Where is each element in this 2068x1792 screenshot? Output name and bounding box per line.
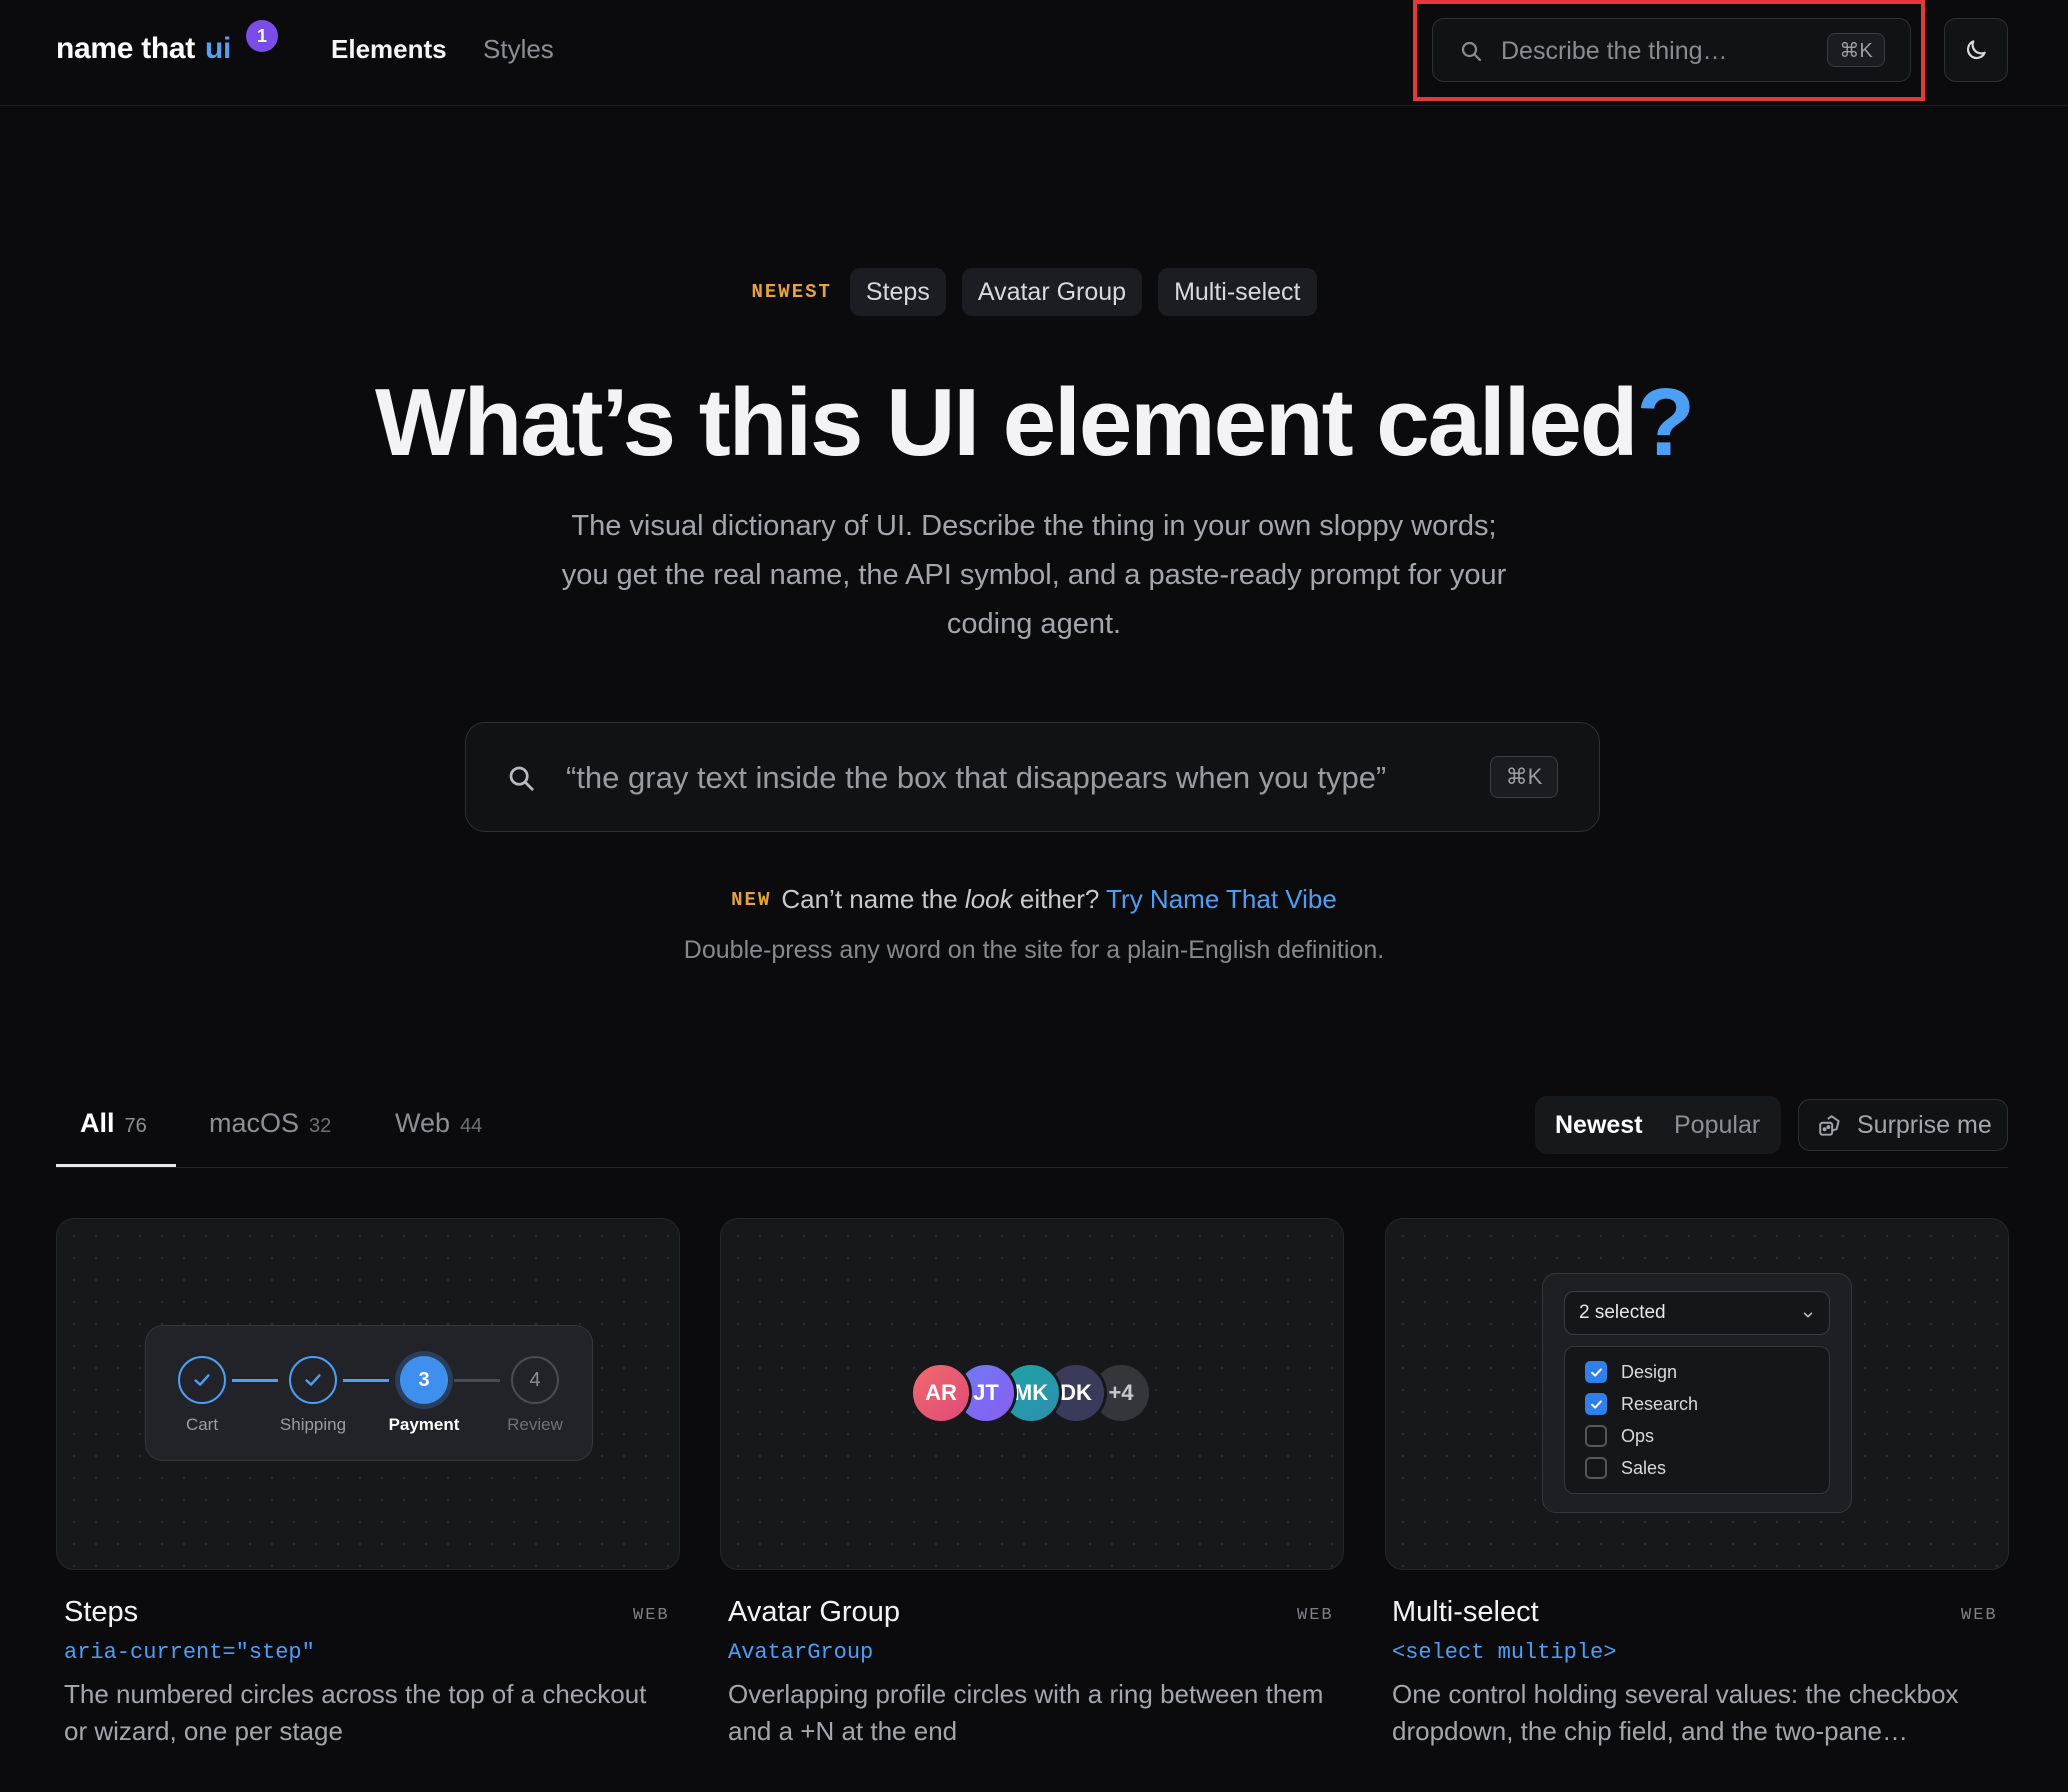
step-connector: [343, 1379, 389, 1382]
newest-row: NEWEST Steps Avatar Group Multi-select: [0, 268, 2068, 316]
card-avatar-group-preview[interactable]: AR JT MK DK +4: [720, 1218, 1344, 1570]
checkbox-unchecked-icon: [1585, 1425, 1607, 1447]
card-multi-select-preview[interactable]: 2 selected Design Research Ops Sales: [1385, 1218, 2009, 1570]
option-ops: Ops: [1585, 1425, 1654, 1447]
option-research: Research: [1585, 1393, 1698, 1415]
tab-web-label: Web: [395, 1108, 451, 1138]
tab-all-label: All: [80, 1108, 115, 1138]
multi-select-summary: 2 selected: [1579, 1302, 1666, 1323]
newest-chip-steps[interactable]: Steps: [849, 268, 946, 316]
main-search-placeholder: “the gray text inside the box that disap…: [566, 760, 1387, 795]
sort-popular-button[interactable]: Popular: [1674, 1111, 1760, 1140]
step-3-circle: 3: [400, 1356, 448, 1404]
search-icon: [509, 766, 534, 791]
theme-toggle-button[interactable]: [1944, 18, 2008, 82]
card-avatar-group-description: Overlapping profile circles with a ring …: [728, 1679, 1324, 1746]
new-tag: NEW: [731, 889, 772, 911]
new-text-before: Can’t name the: [781, 884, 958, 914]
main-search-shortcut: ⌘K: [1490, 756, 1558, 798]
newest-chip-multi-select[interactable]: Multi-select: [1158, 268, 1317, 316]
tab-web[interactable]: Web 44: [395, 1108, 482, 1139]
brand-suffix: ui: [205, 32, 232, 65]
page-title-text: What’s this UI element called: [374, 369, 1638, 476]
card-steps-title[interactable]: Steps: [64, 1596, 138, 1629]
card-multi-select-description: One control holding several values: the …: [1392, 1679, 1959, 1746]
nav-elements[interactable]: Elements: [331, 34, 447, 65]
card-steps-preview[interactable]: 3 4 Cart Shipping Payment Review: [56, 1218, 680, 1570]
step-label-cart: Cart: [185, 1415, 219, 1434]
tab-macos[interactable]: macOS 32: [209, 1108, 331, 1139]
multi-select-trigger: 2 selected: [1564, 1291, 1830, 1335]
notification-badge[interactable]: 1: [246, 20, 278, 52]
surprise-me-button[interactable]: Surprise me: [1798, 1099, 2008, 1151]
header-search-input[interactable]: Describe the thing… ⌘K: [1432, 18, 1911, 82]
brand-name: name that: [56, 32, 195, 65]
step-label-shipping: Shipping: [279, 1415, 347, 1434]
definition-tip: Double-press any word on the site for a …: [683, 936, 1385, 964]
step-label-review: Review: [507, 1415, 563, 1434]
tab-web-count: 44: [460, 1115, 483, 1137]
multi-select-demo: 2 selected Design Research Ops Sales: [1542, 1273, 1852, 1513]
search-icon: [1461, 41, 1482, 62]
new-feature-line: NEW Can’t name the look either? Try Name …: [0, 884, 2068, 915]
page-title-mark: ?: [1636, 369, 1695, 476]
card-multi-select-api: <select multiple>: [1392, 1640, 1617, 1665]
checkbox-checked-icon: [1585, 1361, 1607, 1383]
surprise-me-label: Surprise me: [1857, 1110, 1992, 1139]
steps-demo: 3 4 Cart Shipping Payment Review: [145, 1325, 593, 1461]
card-avatar-group-api: AvatarGroup: [728, 1640, 874, 1665]
step-connector: [454, 1379, 500, 1382]
option-design: Design: [1585, 1361, 1677, 1383]
tabs-divider: [56, 1167, 2008, 1168]
avatar: AR: [910, 1362, 972, 1424]
new-text-after: either?: [1019, 884, 1100, 914]
hero-subtitle: The visual dictionary of UI. Describe th…: [561, 510, 1507, 640]
new-text-italic: look: [964, 884, 1013, 914]
option-label: Research: [1621, 1393, 1699, 1414]
sort-newest-button[interactable]: Newest: [1555, 1111, 1643, 1140]
name-that-vibe-link[interactable]: Try Name That Vibe: [1106, 884, 1337, 914]
card-steps-api: aria-current="step": [64, 1640, 315, 1665]
moon-icon: [1966, 40, 1986, 60]
step-4-circle: 4: [511, 1356, 559, 1404]
checkbox-checked-icon: [1585, 1393, 1607, 1415]
card-steps-platform: WEB: [633, 1606, 670, 1625]
card-multi-select-title[interactable]: Multi-select: [1392, 1596, 1539, 1629]
option-label: Design: [1621, 1361, 1678, 1382]
checkbox-unchecked-icon: [1585, 1457, 1607, 1479]
option-label: Ops: [1621, 1425, 1655, 1446]
chevron-down-icon: [1803, 1312, 1813, 1318]
header-search-shortcut: ⌘K: [1827, 33, 1885, 67]
step-1-check-icon: [178, 1356, 226, 1404]
step-2-check-icon: [289, 1356, 337, 1404]
newest-label: NEWEST: [751, 281, 832, 303]
card-avatar-group-platform: WEB: [1297, 1606, 1334, 1625]
option-sales: Sales: [1585, 1457, 1666, 1479]
tab-macos-label: macOS: [209, 1108, 300, 1138]
main-search-input[interactable]: “the gray text inside the box that disap…: [465, 722, 1600, 832]
card-multi-select-platform: WEB: [1961, 1606, 1998, 1625]
brand-logo[interactable]: name that ui: [56, 32, 231, 66]
card-avatar-group-title[interactable]: Avatar Group: [728, 1596, 900, 1629]
tab-all-count: 76: [124, 1115, 147, 1137]
nav-styles[interactable]: Styles: [483, 34, 554, 65]
card-steps-description: The numbered circles across the top of a…: [64, 1679, 647, 1746]
dice-icon: [1819, 1115, 1840, 1136]
option-label: Sales: [1621, 1457, 1667, 1478]
active-tab-indicator: [56, 1164, 176, 1167]
tab-all[interactable]: All 76: [80, 1108, 147, 1139]
page-title: What’s this UI element called?: [0, 368, 2068, 478]
step-connector: [232, 1379, 278, 1382]
step-label-payment: Payment: [388, 1415, 460, 1434]
top-bar: name that ui 1 Elements Styles Describe t…: [0, 0, 2068, 106]
newest-chip-avatar-group[interactable]: Avatar Group: [961, 268, 1143, 316]
header-search-placeholder: Describe the thing…: [1501, 37, 1728, 65]
multi-select-options: Design Research Ops Sales: [1564, 1346, 1830, 1494]
tab-macos-count: 32: [309, 1115, 332, 1137]
